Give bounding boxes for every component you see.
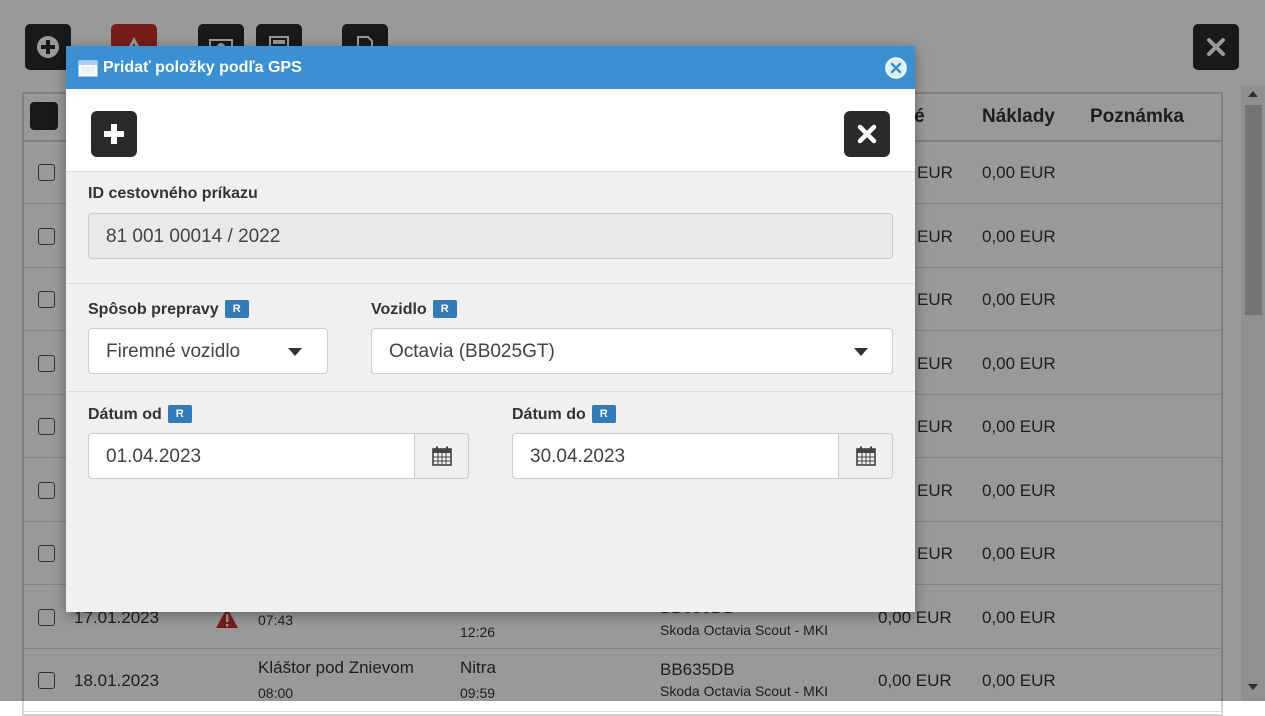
required-badge: R bbox=[432, 300, 457, 318]
plus-icon bbox=[104, 124, 124, 144]
date-to-input[interactable]: 30.04.2023 bbox=[512, 433, 893, 479]
required-badge: R bbox=[224, 300, 249, 318]
caret-down-icon bbox=[288, 348, 302, 356]
close-circle-icon[interactable] bbox=[885, 57, 907, 79]
divider bbox=[66, 391, 915, 392]
transport-select[interactable]: Firemné vozidlo bbox=[88, 328, 328, 374]
vehicle-select[interactable]: Octavia (BB025GT) bbox=[371, 328, 893, 374]
vehicle-label: Vozidlo R bbox=[371, 300, 457, 319]
vehicle-value: Octavia (BB025GT) bbox=[389, 341, 555, 362]
calendar-icon bbox=[432, 446, 452, 466]
trip-id-value: 81 001 00014 / 2022 bbox=[106, 226, 281, 247]
date-to-calendar-button[interactable] bbox=[838, 434, 892, 478]
date-from-input[interactable]: 01.04.2023 bbox=[88, 433, 469, 479]
divider bbox=[66, 283, 915, 284]
date-to-value: 30.04.2023 bbox=[530, 446, 626, 467]
gps-items-dialog: Pridať položky podľa GPS ID cestovného p… bbox=[66, 46, 915, 612]
trip-id-field: 81 001 00014 / 2022 bbox=[88, 213, 893, 259]
calendar-icon bbox=[856, 446, 876, 466]
trip-id-label: ID cestovného príkazu bbox=[88, 185, 258, 202]
date-to-label-text: Dátum do bbox=[512, 406, 586, 423]
transport-label-text: Spôsob prepravy bbox=[88, 301, 219, 318]
date-to-label: Dátum do R bbox=[512, 405, 616, 424]
dialog-toolbar bbox=[66, 89, 915, 172]
close-icon bbox=[857, 124, 877, 144]
add-item-button[interactable] bbox=[91, 111, 137, 157]
window-icon bbox=[78, 60, 98, 77]
date-from-label-text: Dátum od bbox=[88, 406, 162, 423]
date-from-calendar-button[interactable] bbox=[414, 434, 468, 478]
transport-value: Firemné vozidlo bbox=[106, 341, 241, 362]
date-from-value: 01.04.2023 bbox=[106, 446, 202, 467]
transport-label: Spôsob prepravy R bbox=[88, 300, 249, 319]
required-badge: R bbox=[591, 405, 616, 423]
required-badge: R bbox=[167, 405, 192, 423]
dialog-title: Pridať položky podľa GPS bbox=[103, 59, 302, 76]
date-from-label: Dátum od R bbox=[88, 405, 192, 424]
close-dialog-button[interactable] bbox=[844, 111, 890, 157]
caret-down-icon bbox=[854, 348, 868, 356]
vehicle-label-text: Vozidlo bbox=[371, 301, 427, 318]
dialog-title-bar: Pridať položky podľa GPS bbox=[66, 46, 915, 89]
